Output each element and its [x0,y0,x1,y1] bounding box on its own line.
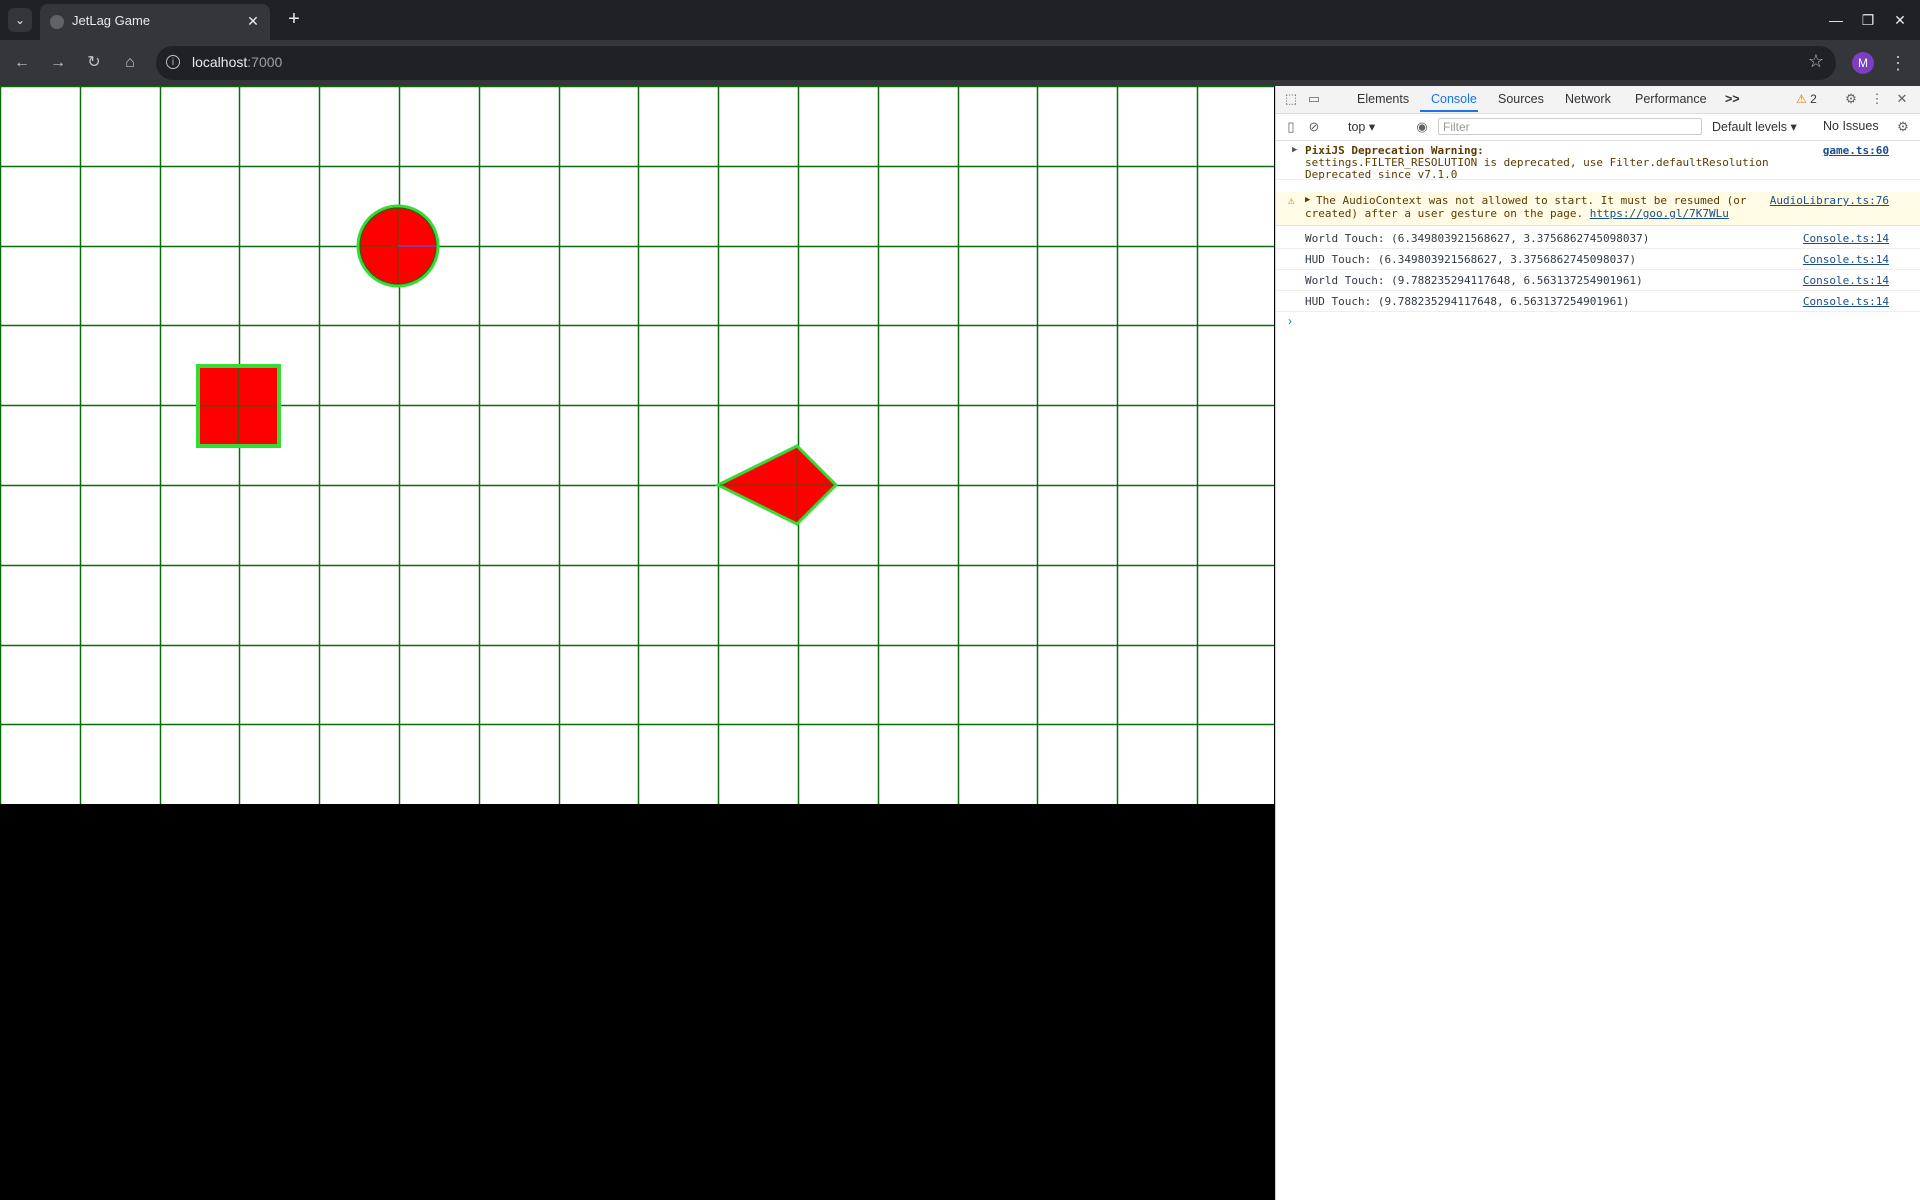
source-link[interactable]: Console.ts:14 [1803,253,1889,266]
devtools-menu-icon[interactable]: ⋮ [1868,90,1886,108]
minimize-icon[interactable]: — [1824,8,1848,32]
maximize-icon[interactable]: ❐ [1856,8,1880,32]
tab-strip: ⌄ JetLag Game ✕ + — ❐ ✕ [0,0,1920,40]
address-bar[interactable]: i localhost:7000 ☆ [156,46,1836,80]
browser-toolbar: ← → ↻ ⌂ i localhost:7000 ☆ M ⋮ [0,40,1920,86]
console-message-audio-warning[interactable]: ⚠ ▶ The AudioContext was not allowed to … [1276,192,1920,226]
context-dropdown-icon: ▾ [1368,120,1376,134]
back-icon[interactable]: ← [10,51,34,75]
context-selector[interactable]: top ▾ [1348,119,1375,134]
issues-button[interactable]: No Issues [1823,119,1879,133]
window-close-icon[interactable]: ✕ [1888,8,1912,32]
inspect-element-icon[interactable]: ⬚ [1282,90,1300,108]
devtools-panel: ⬚ ▭ Elements Console Sources Network Per… [1275,86,1920,1200]
sidebar-toggle-icon[interactable]: ▯ [1282,118,1300,136]
console-message-pixi-warning[interactable]: ▶ PixiJS Deprecation Warning: settings.F… [1276,142,1920,181]
audio-warning-line1: The AudioContext was not allowed to star… [1316,194,1747,207]
more-tabs-chevron-icon[interactable]: >> [1725,92,1740,106]
bookmark-star-icon[interactable]: ☆ [1808,51,1824,72]
console-toolbar: ▯ ⊘ top ▾ ◉ Filter Default levels ▾ No I… [1276,114,1920,141]
source-link[interactable]: Console.ts:14 [1803,274,1889,287]
audio-warning-line2-text: created) after a user gesture on the pag… [1305,207,1584,220]
console-log-row[interactable]: HUD Touch: (9.788235294117648, 6.5631372… [1276,291,1920,312]
source-link[interactable]: Console.ts:14 [1803,295,1889,308]
context-label: top [1348,120,1366,134]
pixi-warning-line3: Deprecated since v7.1.0 [1305,168,1458,181]
globe-icon [50,15,64,29]
page-viewport [0,86,1274,1200]
log-text: World Touch: (9.788235294117648, 6.56313… [1305,274,1643,287]
devtools-tab-bar: ⬚ ▭ Elements Console Sources Network Per… [1276,86,1920,114]
log-levels-dropdown-icon: ▾ [1790,120,1797,134]
game-canvas[interactable] [0,86,1274,804]
audio-warning-link[interactable]: https://goo.gl/7K7WLu [1590,207,1729,220]
warning-counter[interactable]: ⚠ 2 [1796,92,1817,106]
log-text: HUD Touch: (6.349803921568627, 3.3756862… [1305,253,1637,266]
console-log-row[interactable]: World Touch: (6.349803921568627, 3.37568… [1276,228,1920,249]
live-expression-eye-icon[interactable]: ◉ [1413,118,1431,136]
tab-sources[interactable]: Sources [1498,92,1544,106]
site-info-icon[interactable]: i [166,55,180,69]
log-levels-label: Default levels [1712,120,1788,134]
tab-network[interactable]: Network [1565,92,1611,106]
warning-count: 2 [1810,92,1817,106]
source-link[interactable]: AudioLibrary.ts:76 [1770,194,1889,207]
audio-warning-line2: created) after a user gesture on the pag… [1305,207,1729,220]
url-host: localhost [192,54,248,70]
browser-tab[interactable]: JetLag Game ✕ [40,4,270,40]
device-toolbar-icon[interactable]: ▭ [1305,90,1323,108]
url-port: :7000 [247,54,283,70]
url-text: localhost:7000 [192,54,282,70]
active-tab-indicator [1420,110,1478,112]
home-icon[interactable]: ⌂ [118,51,142,75]
console-prompt[interactable]: › [1288,314,1292,328]
forward-icon[interactable]: → [46,51,70,75]
log-text: World Touch: (6.349803921568627, 3.37568… [1305,232,1650,245]
reload-icon[interactable]: ↻ [82,51,106,75]
log-levels-dropdown[interactable]: Default levels ▾ [1712,119,1797,134]
devtools-settings-icon[interactable]: ⚙ [1842,90,1860,108]
game-background [0,86,1274,804]
expand-arrow-icon[interactable]: ▶ [1292,145,1297,155]
source-link[interactable]: game.ts:60 [1823,144,1889,157]
expand-arrow-icon[interactable]: ▶ [1305,195,1310,205]
log-text: HUD Touch: (9.788235294117648, 6.5631372… [1305,295,1630,308]
console-settings-icon[interactable]: ⚙ [1894,118,1912,136]
warning-triangle-icon: ⚠ [1288,194,1295,207]
clear-console-icon[interactable]: ⊘ [1305,118,1323,136]
warning-icon: ⚠ [1796,92,1807,106]
browser-menu-icon[interactable]: ⋮ [1888,51,1908,75]
tab-performance[interactable]: Performance [1635,92,1707,106]
new-tab-button[interactable]: + [282,8,306,32]
tab-elements[interactable]: Elements [1357,92,1409,106]
profile-avatar[interactable]: M [1852,52,1874,74]
tab-search-button[interactable]: ⌄ [8,8,32,32]
source-link[interactable]: Console.ts:14 [1803,232,1889,245]
tab-title: JetLag Game [72,13,151,28]
console-filter-input[interactable]: Filter [1438,118,1702,135]
tab-console[interactable]: Console [1431,92,1477,106]
devtools-close-icon[interactable]: ✕ [1893,90,1911,108]
console-log-row[interactable]: World Touch: (9.788235294117648, 6.56313… [1276,270,1920,291]
tab-close-icon[interactable]: ✕ [244,12,262,30]
console-log-row[interactable]: HUD Touch: (6.349803921568627, 3.3756862… [1276,249,1920,270]
